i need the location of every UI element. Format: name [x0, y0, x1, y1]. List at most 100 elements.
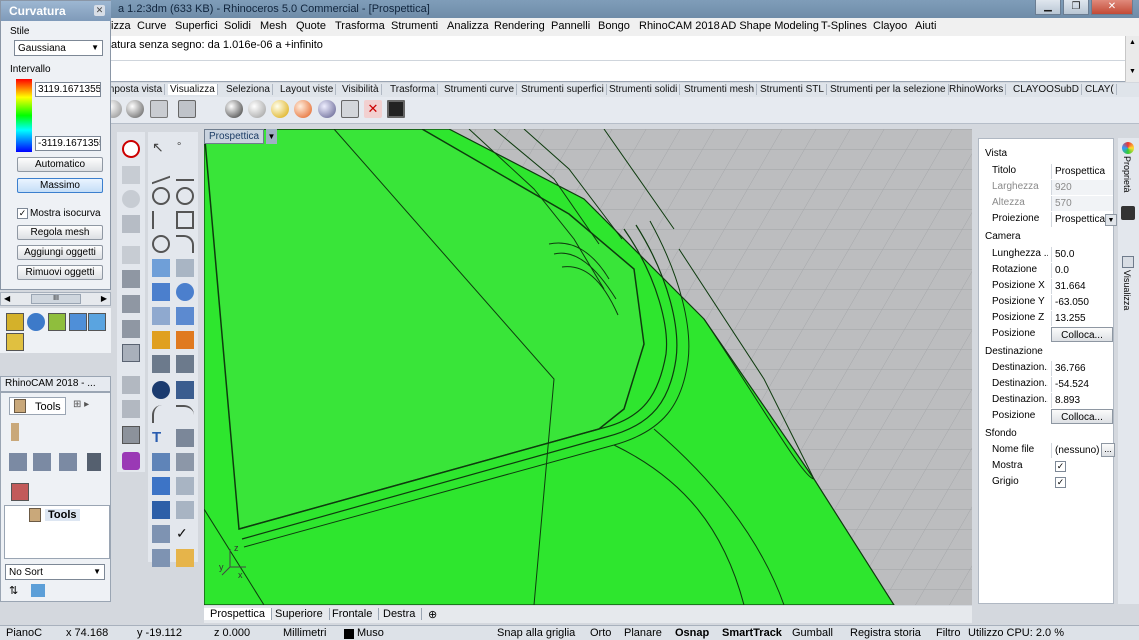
xray-sphere-icon[interactable] [225, 100, 243, 118]
tree-node-tools[interactable]: Tools [45, 509, 80, 521]
chevron-down-icon[interactable]: ▼ [91, 43, 99, 52]
tab-visualizza[interactable]: Visualizza [1122, 270, 1132, 310]
tab-seleziona[interactable]: Seleziona [224, 84, 273, 95]
point-icon[interactable]: ∘ [176, 139, 194, 157]
curvature-panel-header[interactable]: Curvatura ✕ [1, 1, 111, 21]
chevron-down-icon[interactable]: ▼ [1105, 214, 1117, 226]
info-icon[interactable] [122, 140, 140, 158]
scroll-down-icon[interactable]: ▼ [1126, 68, 1139, 75]
paint-icon[interactable] [176, 549, 194, 567]
join-icon[interactable] [176, 381, 194, 399]
box-right-icon[interactable] [122, 320, 140, 338]
grid-icon[interactable] [122, 426, 140, 444]
display-tab-icon[interactable] [1122, 256, 1134, 268]
disable-lights-icon[interactable]: ✕ [364, 100, 382, 118]
hatch-icon[interactable] [176, 453, 194, 471]
viewport-title[interactable]: Prospettica [204, 129, 265, 144]
bend-icon[interactable] [152, 405, 170, 423]
chevron-down-icon[interactable]: ▼ [266, 129, 277, 144]
axis-icon[interactable] [122, 166, 140, 184]
gray-checkbox[interactable]: ✓ [1055, 477, 1066, 488]
text-icon[interactable]: T [152, 429, 170, 447]
analysis-sphere-icon[interactable] [294, 100, 312, 118]
mesh-icon[interactable] [152, 331, 170, 349]
filter-toggle[interactable]: Filtro [936, 627, 960, 639]
check-icon[interactable]: ✓ [176, 525, 194, 543]
title-field[interactable]: Prospettica [1051, 164, 1113, 179]
record-history-toggle[interactable]: Registra storia [850, 627, 921, 639]
tab-visibilita[interactable]: Visibilità [340, 84, 382, 95]
tab-rhinoworks[interactable]: RhinoWorks [947, 84, 1007, 95]
tab-clayoo[interactable]: CLAY( [1083, 84, 1117, 95]
tab-layout-viste[interactable]: Layout viste [278, 84, 337, 95]
shaded-sphere-icon[interactable] [126, 100, 144, 118]
max-value-field[interactable]: 3119.1671355 [35, 82, 101, 97]
tab-strumenti-stl[interactable]: Strumenti STL [758, 84, 827, 95]
properties-tab-icon[interactable] [1122, 142, 1134, 154]
draft-angle-icon[interactable] [48, 313, 66, 331]
menu-item-visualizza[interactable]: izza [111, 20, 131, 32]
status-layer[interactable]: Muso [357, 627, 384, 639]
polyline-icon[interactable] [152, 159, 170, 185]
select-arrow-icon[interactable]: ↖ [152, 139, 170, 157]
tab-clayoosubd[interactable]: CLAYOOSubD [1011, 84, 1082, 95]
block-icon[interactable] [152, 453, 170, 471]
show-checkbox[interactable]: ✓ [1055, 461, 1066, 472]
tab-trasforma[interactable]: Trasforma [388, 84, 439, 95]
mill-tool-icon-1[interactable] [9, 453, 27, 471]
add-viewport-icon[interactable]: ⊕ [422, 608, 443, 621]
rendered-sphere-icon[interactable] [271, 100, 289, 118]
pen-icon[interactable] [122, 376, 140, 394]
tab-strumenti-superfici[interactable]: Strumenti superfici [519, 84, 607, 95]
environment-map-icon[interactable] [69, 313, 87, 331]
box-solid-icon[interactable] [152, 283, 170, 301]
dims-icon[interactable] [122, 400, 140, 418]
rectangle-icon[interactable] [176, 211, 194, 229]
transform-icon[interactable] [152, 477, 170, 495]
tab-imposta-vista[interactable]: mposta vista [104, 84, 166, 95]
snap-grid-toggle[interactable]: Snap alla griglia [497, 627, 575, 639]
analyze-icon[interactable] [152, 525, 170, 543]
lights-icon[interactable] [341, 100, 359, 118]
polygon-icon[interactable] [152, 211, 170, 229]
fillet-curve-icon[interactable] [176, 235, 194, 253]
boolean-icon[interactable] [176, 307, 194, 325]
viewport-perspective[interactable]: z y x [204, 129, 972, 605]
sort-az-icon[interactable]: ⇅ [9, 584, 18, 597]
scroll-up-icon[interactable]: ▲ [1126, 39, 1139, 46]
tab-strumenti-mesh[interactable]: Strumenti mesh [682, 84, 758, 95]
plugin-icon[interactable] [122, 452, 140, 470]
scroll-right-icon[interactable]: ▶ [101, 294, 107, 303]
tab-strumenti-solidi[interactable]: Strumenti solidi [607, 84, 681, 95]
menu-item-quote[interactable]: Quote [296, 20, 326, 32]
pos-z-field[interactable]: 13.255 [1051, 311, 1113, 326]
globe-icon[interactable] [122, 190, 140, 208]
mill-tool-icon-3[interactable] [59, 453, 77, 471]
rotation-field[interactable]: 0.0 [1051, 263, 1113, 278]
loft-icon[interactable] [176, 259, 194, 277]
zebra-analysis-icon[interactable] [6, 313, 24, 331]
target-place-button[interactable]: Colloca... [1051, 409, 1113, 424]
rhinocam-next-tab-icon[interactable]: ⊞ ▸ [73, 399, 89, 410]
layer-color-swatch[interactable] [344, 629, 354, 639]
scroll-left-icon[interactable]: ◀ [4, 294, 10, 303]
tab-properties[interactable]: Proprietà [1122, 156, 1132, 193]
menu-item-solidi[interactable]: Solidi [224, 20, 251, 32]
tool-library-icon[interactable] [11, 483, 29, 501]
minimize-icon[interactable]: ▁ [1035, 0, 1061, 15]
menu-item-superfici[interactable]: Superfici [175, 20, 218, 32]
rhinocam-tools-tab[interactable]: Tools [9, 397, 66, 415]
remove-objects-button[interactable]: Rimuovi oggetti [17, 265, 103, 280]
menu-item-strumenti[interactable]: Strumenti [391, 20, 438, 32]
osnap-toggle[interactable]: Osnap [675, 627, 709, 639]
maximum-button[interactable]: Massimo [17, 178, 103, 193]
arc-icon[interactable] [152, 235, 170, 253]
tab-frontale[interactable]: Frontale [326, 608, 380, 620]
monitor-icon[interactable] [387, 100, 405, 118]
show-isocurves-checkbox[interactable]: ✓ [17, 208, 28, 219]
array-icon[interactable] [152, 501, 170, 519]
curvature-analysis-icon[interactable] [27, 313, 45, 331]
render-display-icon[interactable] [178, 100, 196, 118]
trim-icon[interactable] [152, 355, 170, 373]
browse-button[interactable]: ... [1101, 443, 1115, 457]
